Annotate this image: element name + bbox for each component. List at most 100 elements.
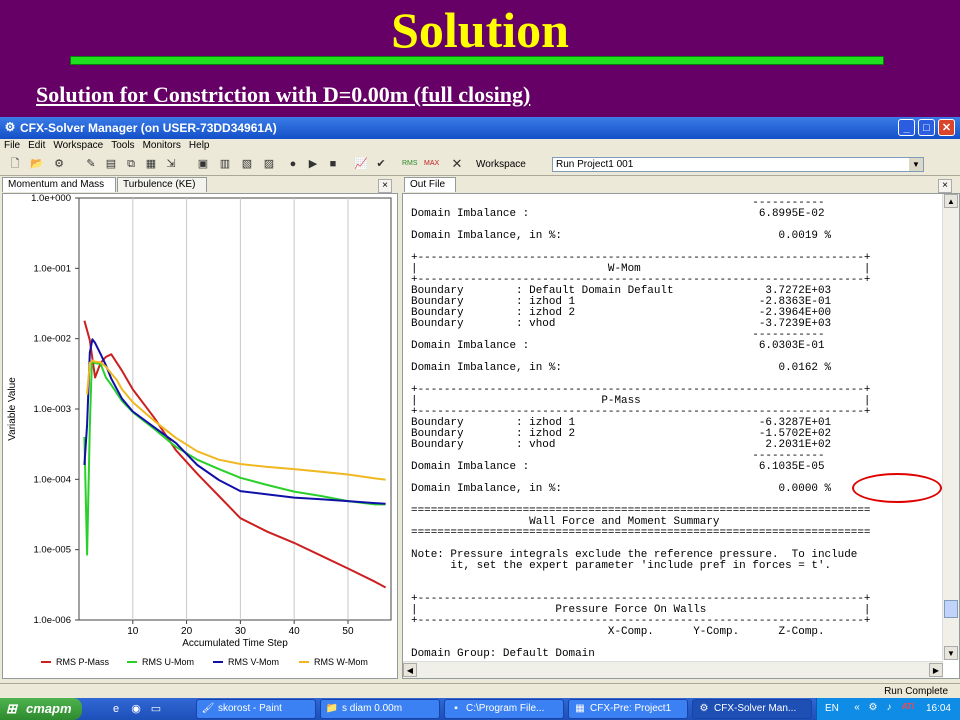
check-icon[interactable]: ✔ (374, 157, 388, 171)
chevron-down-icon[interactable]: ▼ (909, 158, 923, 171)
maximize-button[interactable]: □ (918, 119, 935, 136)
record-icon[interactable]: ● (286, 157, 300, 171)
workspace-label: Workspace (476, 159, 526, 170)
tab-out-file[interactable]: Out File (404, 177, 456, 192)
x-tick-label: 50 (342, 626, 354, 637)
menu-monitors[interactable]: Monitors (139, 139, 185, 152)
title-underline (70, 56, 884, 65)
scroll-down-icon[interactable]: ▼ (944, 646, 958, 660)
paint-icon: 🖌 (201, 703, 215, 714)
y-tick-label: 1.0e-005 (33, 545, 71, 556)
y-tick-label: 1.0e+000 (31, 194, 71, 204)
legend-label: RMS U-Mom (142, 657, 194, 667)
cfx-app-icon: ⚙ (4, 120, 16, 134)
out-file-panel: ----------- Domain Imbalance : 6.8995E-0… (402, 193, 960, 679)
legend-label: RMS V-Mom (228, 657, 279, 667)
tray-arrow-icon[interactable]: « (851, 702, 863, 713)
cfx-pre-icon: ▦ (575, 703, 585, 714)
x-tick-label: 30 (235, 626, 247, 637)
scroll-right-icon[interactable]: ▶ (929, 663, 943, 677)
highlight-ellipse (852, 473, 942, 503)
clock: 16:04 (925, 703, 951, 714)
tab-turbulence[interactable]: Turbulence (KE) (117, 177, 207, 192)
horizontal-scrollbar[interactable]: ◀ ▶ (403, 661, 943, 678)
close-pane-icon[interactable]: × (378, 179, 392, 193)
menu-tools[interactable]: Tools (107, 139, 138, 152)
close-out-file-icon[interactable]: × (938, 179, 952, 193)
export-icon[interactable]: ⇲ (164, 157, 178, 171)
menu-bar: File Edit Workspace Tools Monitors Help (0, 139, 960, 154)
solver-manager-window: ⚙ CFX-Solver Manager (on USER-73DD34961A… (0, 117, 960, 700)
vertical-scrollbar[interactable]: ▲ ▼ (942, 194, 959, 660)
quicklaunch-media-icon[interactable]: ◉ (128, 701, 144, 717)
menu-edit[interactable]: Edit (24, 139, 49, 152)
new-run-icon[interactable]: 🗋 (8, 157, 22, 171)
minimize-button[interactable]: _ (898, 119, 915, 136)
plot-icon[interactable]: 📈 (354, 157, 368, 171)
slide-title: Solution (391, 2, 569, 58)
legend-label: RMS P-Mass (56, 657, 110, 667)
slide-subtitle: Solution for Constriction with D=0.00m (… (36, 82, 531, 107)
system-tray: EN « ⚙ ♪ ATI 16:04 (816, 698, 960, 720)
windows-logo-icon: ⊞ (6, 701, 17, 716)
tab-momentum-and-mass[interactable]: Momentum and Mass (2, 177, 116, 192)
folder-icon: 📁 (325, 703, 339, 714)
task-cfx-solver[interactable]: ⚙ CFX-Solver Man... (692, 699, 812, 719)
window-titlebar[interactable]: ⚙ CFX-Solver Manager (on USER-73DD34961A… (0, 117, 960, 139)
workspace-select[interactable]: Run Project1 001 ▼ (552, 157, 924, 172)
legend-label: RMS W-Mom (314, 657, 368, 667)
scroll-left-icon[interactable]: ◀ (403, 663, 417, 677)
status-text: Run Complete (884, 686, 948, 697)
taskbar: ⊞ старт e ◉ ▭ 🖌 skorost - Paint 📁 s diam 0… (0, 698, 960, 720)
y-tick-label: 1.0e-003 (33, 404, 71, 415)
close-window-button[interactable]: ✕ (938, 119, 955, 136)
cfx-solver-icon: ⚙ (699, 703, 709, 714)
menu-file[interactable]: File (0, 139, 24, 152)
out-file-text: ----------- Domain Imbalance : 6.8995E-0… (411, 198, 871, 660)
task-folder[interactable]: 📁 s diam 0.00m (320, 699, 440, 719)
x-axis-label: Accumulated Time Step (182, 638, 288, 649)
plot-area (78, 197, 392, 621)
x-tick-label: 20 (181, 626, 193, 637)
arrange-icon[interactable]: ▦ (144, 157, 158, 171)
play-icon[interactable]: ▶ (306, 157, 320, 171)
scroll-thumb[interactable] (944, 600, 958, 618)
task-console[interactable]: ▪ C:\Program File... (444, 699, 564, 719)
language-indicator[interactable]: EN (825, 703, 839, 714)
tray-volume-icon[interactable]: ♪ (883, 702, 895, 713)
edit-icon[interactable]: ✎ (84, 157, 98, 171)
delete-icon[interactable]: ✕ (450, 157, 464, 171)
y-tick-label: 1.0e-001 (33, 263, 71, 274)
table-icon[interactable]: ▥ (218, 157, 232, 171)
arrange-panels-icon[interactable]: ▨ (262, 157, 276, 171)
ati-icon[interactable]: ATI (897, 702, 919, 711)
menu-help[interactable]: Help (185, 139, 214, 152)
x-tick-label: 40 (289, 626, 301, 637)
y-tick-label: 1.0e-004 (33, 474, 71, 485)
backup-icon[interactable]: ⧉ (124, 157, 138, 171)
menu-workspace[interactable]: Workspace (49, 139, 107, 152)
quicklaunch-desktop-icon[interactable]: ▭ (148, 701, 164, 717)
tray-network-icon[interactable]: ⚙ (867, 702, 879, 713)
residual-chart: 10 20 30 40 50 1.0e+000 1.0e-001 1.0e-002 1.0e-0… (7, 194, 392, 667)
open-icon[interactable]: 📂 (30, 157, 44, 171)
y-axis-label: Variable Value (7, 377, 18, 441)
quicklaunch-ie-icon[interactable]: e (108, 701, 124, 717)
start-button[interactable]: ⊞ старт (0, 698, 82, 720)
scroll-up-icon[interactable]: ▲ (944, 194, 958, 208)
window-title: CFX-Solver Manager (on USER-73DD34961A) (20, 121, 277, 135)
rms-icon[interactable]: RMS (402, 157, 418, 171)
workspace-icon[interactable]: ▧ (240, 157, 254, 171)
max-icon[interactable]: MAX (424, 157, 439, 171)
console-icon: ▪ (454, 703, 458, 714)
task-cfx-pre[interactable]: ▦ CFX-Pre: Project1 (568, 699, 688, 719)
gear-icon[interactable]: ⚙ (52, 157, 66, 171)
stop-icon[interactable]: ■ (326, 157, 340, 171)
layout-icon[interactable]: ▣ (196, 157, 210, 171)
y-tick-label: 1.0e-006 (33, 615, 71, 626)
monitor-plot-panel: 10 20 30 40 50 1.0e+000 1.0e-001 1.0e-002 1.0e-0… (2, 193, 398, 679)
monitor-icon[interactable]: ▤ (104, 157, 118, 171)
task-paint[interactable]: 🖌 skorost - Paint (196, 699, 316, 719)
x-tick-label: 10 (127, 626, 139, 637)
workspace-value: Run Project1 001 (556, 159, 634, 170)
